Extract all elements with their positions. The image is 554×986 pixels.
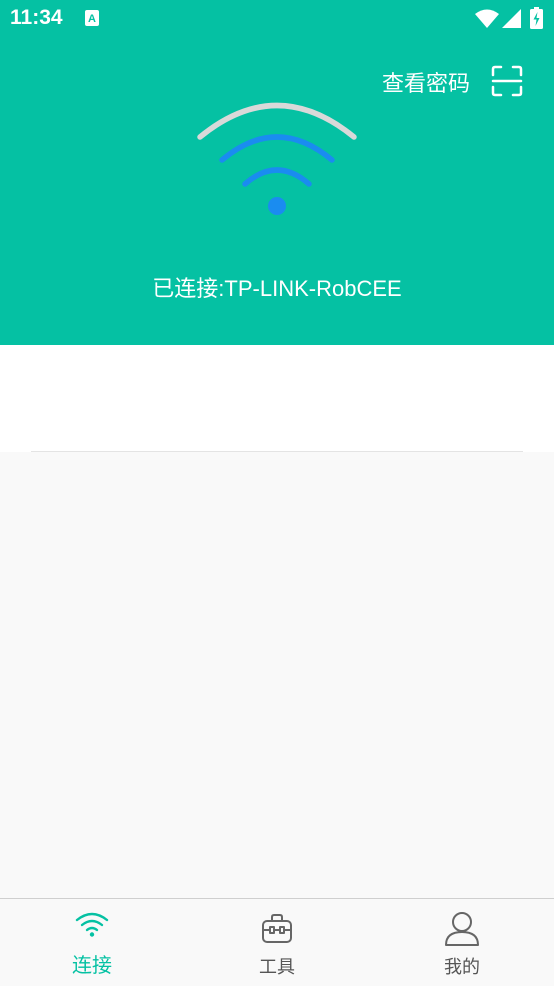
user-icon bbox=[445, 912, 479, 946]
nav-tab-label: 工具 bbox=[259, 957, 295, 978]
wifi-signal-graphic bbox=[197, 102, 357, 215]
nav-tab-label: 连接 bbox=[72, 953, 112, 977]
content-panel bbox=[0, 345, 554, 452]
divider bbox=[31, 451, 523, 452]
battery-icon bbox=[530, 7, 543, 29]
app-notification-icon: A bbox=[85, 10, 99, 26]
nav-tab-mine[interactable]: 我的 bbox=[370, 899, 554, 986]
nav-tab-tools[interactable]: 工具 bbox=[185, 899, 369, 986]
status-time: 11:34 bbox=[10, 6, 63, 29]
header-banner: 11:34 A 查看密码 已连接:TP-LINK-RobCEE bbox=[0, 0, 554, 345]
nav-tab-label: 我的 bbox=[444, 957, 480, 978]
toolbox-icon bbox=[262, 914, 292, 943]
wifi-icon bbox=[75, 912, 109, 937]
connected-network-status: 已连接:TP-LINK-RobCEE bbox=[152, 276, 402, 301]
nav-tab-connect[interactable]: 连接 bbox=[0, 899, 184, 986]
scan-icon[interactable] bbox=[490, 64, 524, 98]
view-password-button[interactable]: 查看密码 bbox=[382, 66, 470, 98]
svg-text:A: A bbox=[88, 13, 96, 25]
bottom-navigation: 连接 工具 我的 bbox=[0, 898, 554, 986]
wifi-icon bbox=[475, 9, 499, 28]
signal-icon bbox=[502, 9, 521, 28]
status-bar: 11:34 A bbox=[0, 0, 554, 40]
